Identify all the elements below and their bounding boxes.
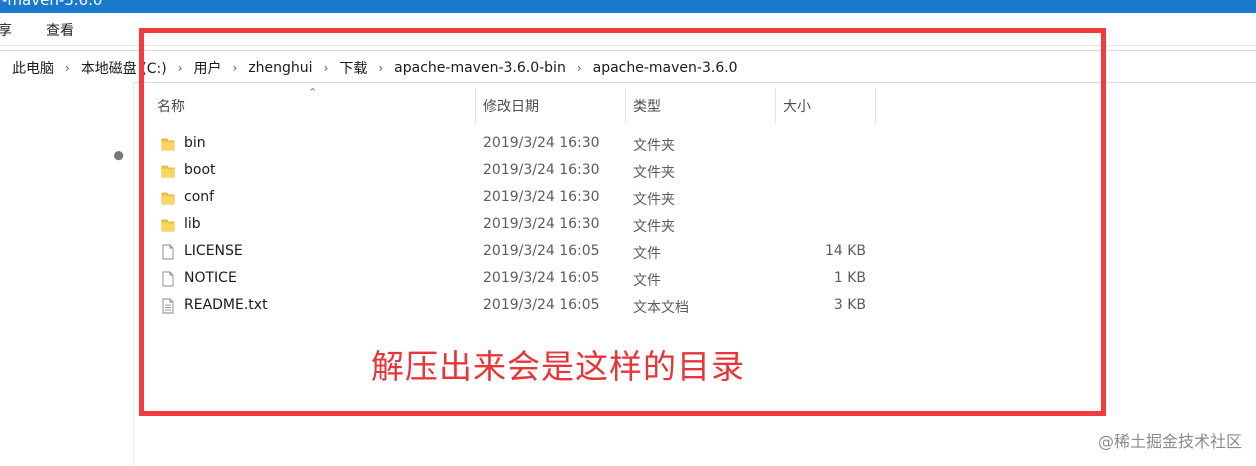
tab-share[interactable]: 享 [0,20,12,40]
window-title: -maven-3.6.0 [2,0,103,9]
annotation-text: 解压出来会是这样的目录 [371,347,745,386]
pin-icon[interactable]: ● [111,146,128,163]
tab-view[interactable]: 查看 [46,20,74,40]
chevron-right-icon[interactable]: › [56,61,79,75]
watermark: @稀土掘金技术社区 [1097,432,1242,451]
breadcrumb-this-pc[interactable]: 此电脑 [10,58,56,78]
navigation-pane[interactable]: ● [0,82,134,466]
title-bar: -maven-3.6.0 [0,0,1256,13]
